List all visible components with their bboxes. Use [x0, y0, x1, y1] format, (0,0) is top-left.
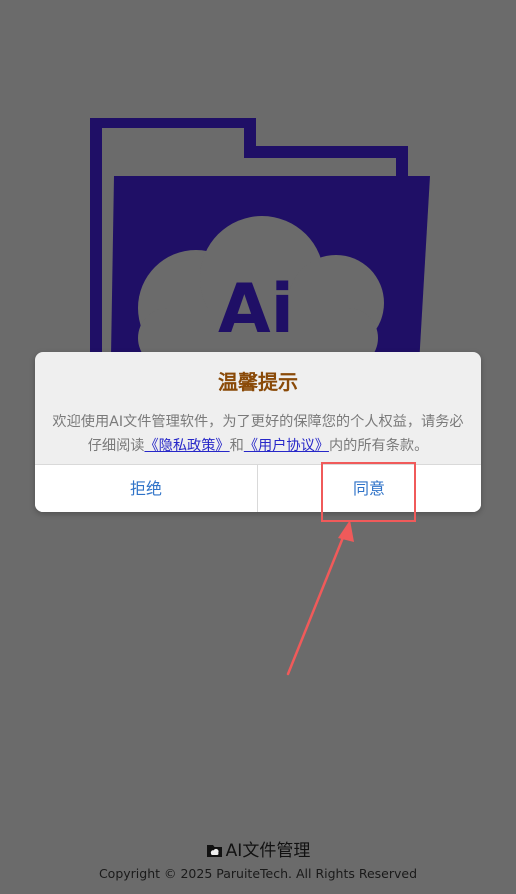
logo-text: Ai [218, 270, 294, 349]
app-brand: AI文件管理 [0, 836, 516, 863]
splash-screen: Ai 温馨提示 欢迎使用AI文件管理软件，为了更好的保障您的个人权益，请务必仔细… [0, 0, 516, 894]
copyright-text: Copyright © 2025 ParuiteTech. All Rights… [98, 866, 418, 881]
message-middle: 和 [229, 438, 244, 454]
folder-cloud-icon [206, 843, 223, 863]
user-agreement-link[interactable]: 《用户协议》 [244, 438, 329, 454]
dialog-title: 温馨提示 [218, 370, 298, 394]
agree-highlight-box [321, 462, 416, 522]
annotation-arrow-icon [286, 520, 354, 676]
message-suffix: 内的所有条款。 [328, 438, 429, 454]
privacy-policy-link[interactable]: 《隐私政策》 [144, 438, 229, 454]
reject-button[interactable]: 拒绝 [35, 465, 257, 512]
dialog-message: 欢迎使用AI文件管理软件，为了更好的保障您的个人权益，请务必仔细阅读《隐私政策》… [47, 410, 469, 458]
app-name: AI文件管理 [225, 841, 311, 861]
